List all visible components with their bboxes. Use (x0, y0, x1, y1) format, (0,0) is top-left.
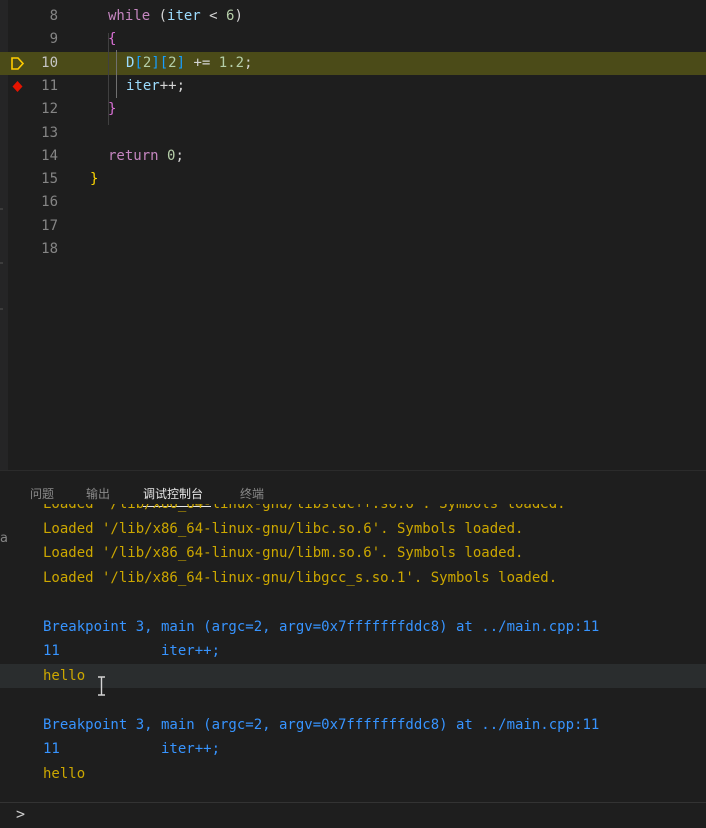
console-line-text: hello (43, 766, 86, 782)
breakpoint-icon[interactable] (10, 79, 25, 94)
line-number[interactable]: 18 (20, 238, 58, 261)
line-number[interactable]: 17 (20, 215, 58, 238)
code-token: ; (175, 148, 184, 164)
console-line: Loaded '/lib/x86_64-linux-gnu/libm.so.6'… (0, 541, 706, 565)
prompt-chevron-icon: > (16, 805, 26, 823)
line-number[interactable]: 12 (20, 98, 58, 121)
code-line-9[interactable]: 9{ (0, 28, 706, 51)
code-line-13[interactable]: 13 (0, 122, 706, 145)
line-number[interactable]: 14 (20, 145, 58, 168)
console-line: Loaded '/lib/x86_64-linux-gnu/libgcc_s.s… (0, 566, 706, 590)
console-line-text: Breakpoint 3, main (argc=2, argv=0x7ffff… (43, 717, 600, 733)
code-token: += (185, 55, 219, 71)
console-line: 11 iter++; (0, 737, 706, 761)
code-line-12[interactable]: 12} (0, 98, 706, 121)
console-line-text: Loaded '/lib/x86_64-linux-gnu/libgcc_s.s… (43, 570, 558, 586)
tab-terminal[interactable]: 终端 (240, 485, 264, 502)
code-text: } (108, 98, 116, 121)
console-line-text: hello (43, 668, 86, 684)
console-line-text: Loaded '/lib/x86_64-linux-gnu/libstdc++.… (43, 504, 566, 512)
console-line: Breakpoint 3, main (argc=2, argv=0x7ffff… (0, 615, 706, 639)
console-line: 11 iter++; (0, 639, 706, 663)
console-line-text: Loaded '/lib/x86_64-linux-gnu/libc.so.6'… (43, 521, 524, 537)
line-number[interactable]: 9 (20, 28, 58, 51)
line-number[interactable]: 16 (20, 191, 58, 214)
console-line: hello (0, 762, 706, 786)
text-cursor-icon (98, 676, 105, 696)
code-text: } (90, 168, 98, 191)
console-line-text: 11 iter++; (43, 741, 221, 757)
code-token: } (108, 101, 117, 117)
edge-marker (0, 308, 3, 310)
line-number[interactable]: 15 (20, 168, 58, 191)
console-line: Loaded '/lib/x86_64-linux-gnu/libc.so.6'… (0, 517, 706, 541)
code-line-18[interactable]: 18 (0, 238, 706, 261)
code-token: ++; (159, 78, 186, 94)
line-number[interactable]: 8 (20, 5, 58, 28)
code-text: iter++; (126, 75, 185, 98)
code-token: ; (244, 55, 253, 71)
code-token: while (108, 8, 151, 24)
tab-debug-console[interactable]: 调试控制台 (143, 485, 203, 502)
console-line-text: Loaded '/lib/x86_64-linux-gnu/libm.so.6'… (43, 545, 524, 561)
code-line-16[interactable]: 16 (0, 191, 706, 214)
code-text: while (iter < 6) (108, 5, 243, 28)
code-token: [ (134, 55, 143, 71)
code-line-11[interactable]: 11 iter++; (0, 75, 706, 98)
line-number[interactable]: 10 (20, 52, 58, 75)
code-line-14[interactable]: 14 return 0; (0, 145, 706, 168)
edge-marker (0, 262, 3, 264)
bottom-panel: 问题 输出 调试控制台 终端 a Loaded '/lib/x86_64-lin… (0, 470, 706, 827)
code-token: ][ (151, 55, 169, 71)
code-line-15[interactable]: 15} (0, 168, 706, 191)
code-token: } (90, 171, 99, 187)
indent-guide-active (116, 50, 117, 98)
code-token: < (200, 8, 227, 24)
console-line: Breakpoint 3, main (argc=2, argv=0x7ffff… (0, 713, 706, 737)
code-token: iter (126, 78, 160, 94)
code-token: return (108, 148, 159, 164)
code-token: ) (234, 8, 243, 24)
code-text: return 0; (108, 145, 184, 168)
debug-console-output[interactable]: Loaded '/lib/x86_64-linux-gnu/libstdc++.… (0, 504, 706, 804)
code-line-8[interactable]: 8 while (iter < 6) (0, 5, 706, 28)
line-number[interactable]: 13 (20, 122, 58, 145)
tab-problems[interactable]: 问题 (30, 485, 54, 502)
indent-guide (108, 33, 109, 125)
tab-output[interactable]: 输出 (86, 485, 110, 502)
code-token: iter (167, 8, 201, 24)
code-line-10[interactable]: 10 D[2][2] += 1.2; (0, 52, 706, 75)
code-token: 2 (168, 55, 177, 71)
code-token: ] (176, 55, 186, 71)
console-line-text: 11 iter++; (43, 643, 221, 659)
code-token: { (108, 31, 117, 47)
code-token: 1.2 (218, 55, 245, 71)
current-line-arrow-icon (11, 57, 25, 70)
code-editor[interactable]: 8 while (iter < 6) 9{10 D[2][2] += 1.2; 11 it… (0, 0, 706, 470)
code-text: { (108, 28, 116, 51)
line-number[interactable]: 11 (20, 75, 58, 98)
code-text: D[2][2] += 1.2; (126, 52, 253, 75)
debug-console-input[interactable]: > (0, 802, 706, 828)
code-token: ( (150, 8, 168, 24)
code-line-17[interactable]: 17 (0, 215, 706, 238)
console-line: Loaded '/lib/x86_64-linux-gnu/libstdc++.… (0, 504, 706, 516)
console-line-text: Breakpoint 3, main (argc=2, argv=0x7ffff… (43, 619, 600, 635)
